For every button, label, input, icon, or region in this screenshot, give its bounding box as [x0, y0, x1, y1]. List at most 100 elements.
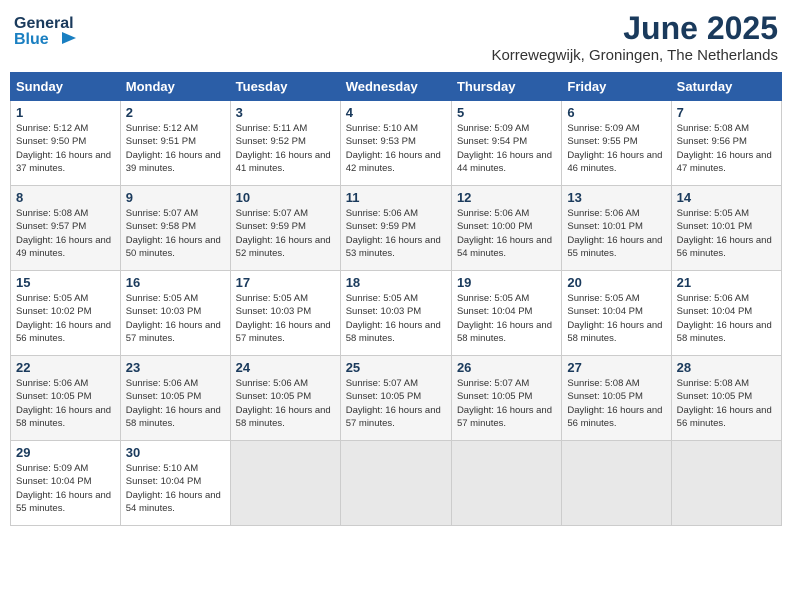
logo: General Blue	[14, 10, 84, 55]
calendar-cell: 29 Sunrise: 5:09 AMSunset: 10:04 PMDaylig…	[11, 441, 121, 526]
calendar-cell: 3Sunrise: 5:11 AMSunset: 9:52 PMDaylight…	[230, 101, 340, 186]
day-number: 1	[16, 105, 115, 120]
weekday-header-monday: Monday	[120, 73, 230, 101]
day-number: 17	[236, 275, 335, 290]
calendar-cell: 17 Sunrise: 5:05 AMSunset: 10:03 PMDaylig…	[230, 271, 340, 356]
calendar-cell: 11 Sunrise: 5:06 AMSunset: 9:59 PMDayligh…	[340, 186, 451, 271]
day-info: Sunrise: 5:09 AMSunset: 9:55 PMDaylight:…	[567, 122, 665, 175]
day-info: Sunrise: 5:06 AMSunset: 10:05 PMDaylight…	[16, 377, 115, 430]
calendar-cell: 4 Sunrise: 5:10 AMSunset: 9:53 PMDaylight…	[340, 101, 451, 186]
calendar-cell: 14 Sunrise: 5:05 AMSunset: 10:01 PMDaylig…	[671, 186, 781, 271]
calendar-cell: 12 Sunrise: 5:06 AMSunset: 10:00 PMDaylig…	[451, 186, 561, 271]
day-info: Sunrise: 5:08 AMSunset: 10:05 PMDaylight…	[677, 377, 776, 430]
title-block: June 2025 Korrewegwijk, Groningen, The N…	[491, 10, 778, 64]
page-header: General Blue June 2025 Korrewegwijk, Gro…	[10, 10, 782, 64]
calendar-cell: 26Sunrise: 5:07 AMSunset: 10:05 PMDaylig…	[451, 356, 561, 441]
calendar-header-row: SundayMondayTuesdayWednesdayThursdayFrid…	[11, 73, 782, 101]
calendar-cell	[451, 441, 561, 526]
calendar-cell: 7 Sunrise: 5:08 AMSunset: 9:56 PMDaylight…	[671, 101, 781, 186]
day-number: 11	[346, 190, 446, 205]
calendar-cell: 5 Sunrise: 5:09 AMSunset: 9:54 PMDaylight…	[451, 101, 561, 186]
day-info: Sunrise: 5:05 AMSunset: 10:01 PMDaylight…	[677, 207, 776, 260]
weekday-header-thursday: Thursday	[451, 73, 561, 101]
day-info: Sunrise: 5:09 AMSunset: 10:04 PMDaylight…	[16, 462, 115, 515]
day-number: 5	[457, 105, 556, 120]
calendar-cell: 16 Sunrise: 5:05 AMSunset: 10:03 PMDaylig…	[120, 271, 230, 356]
calendar-week-2: 8Sunrise: 5:08 AMSunset: 9:57 PMDaylight…	[11, 186, 782, 271]
day-info: Sunrise: 5:09 AMSunset: 9:54 PMDaylight:…	[457, 122, 556, 175]
calendar-cell	[230, 441, 340, 526]
day-number: 22	[16, 360, 115, 375]
day-number: 14	[677, 190, 776, 205]
day-number: 9	[126, 190, 225, 205]
day-number: 13	[567, 190, 665, 205]
day-info: Sunrise: 5:12 AMSunset: 9:51 PMDaylight:…	[126, 122, 225, 175]
weekday-header-sunday: Sunday	[11, 73, 121, 101]
location-text: Korrewegwijk, Groningen, The Netherlands	[491, 47, 778, 64]
day-info: Sunrise: 5:05 AMSunset: 10:04 PMDaylight…	[457, 292, 556, 345]
day-info: Sunrise: 5:06 AMSunset: 10:01 PMDaylight…	[567, 207, 665, 260]
day-info: Sunrise: 5:07 AMSunset: 9:58 PMDaylight:…	[126, 207, 225, 260]
day-info: Sunrise: 5:07 AMSunset: 9:59 PMDaylight:…	[236, 207, 335, 260]
calendar-week-3: 15 Sunrise: 5:05 AMSunset: 10:02 PMDaylig…	[11, 271, 782, 356]
svg-text:General: General	[14, 15, 74, 32]
weekday-header-friday: Friday	[562, 73, 671, 101]
day-number: 26	[457, 360, 556, 375]
calendar-cell: 19Sunrise: 5:05 AMSunset: 10:04 PMDaylig…	[451, 271, 561, 356]
calendar-week-4: 22 Sunrise: 5:06 AMSunset: 10:05 PMDaylig…	[11, 356, 782, 441]
calendar-week-1: 1 Sunrise: 5:12 AMSunset: 9:50 PMDaylight…	[11, 101, 782, 186]
day-info: Sunrise: 5:05 AMSunset: 10:03 PMDaylight…	[346, 292, 446, 345]
logo-svg: General Blue	[14, 10, 84, 50]
day-info: Sunrise: 5:12 AMSunset: 9:50 PMDaylight:…	[16, 122, 115, 175]
calendar-cell: 27 Sunrise: 5:08 AMSunset: 10:05 PMDaylig…	[562, 356, 671, 441]
day-number: 16	[126, 275, 225, 290]
calendar-cell: 22 Sunrise: 5:06 AMSunset: 10:05 PMDaylig…	[11, 356, 121, 441]
day-info: Sunrise: 5:08 AMSunset: 10:05 PMDaylight…	[567, 377, 665, 430]
logo-block: General Blue	[14, 10, 84, 55]
day-number: 21	[677, 275, 776, 290]
calendar-cell: 28 Sunrise: 5:08 AMSunset: 10:05 PMDaylig…	[671, 356, 781, 441]
calendar-cell	[340, 441, 451, 526]
day-number: 7	[677, 105, 776, 120]
day-info: Sunrise: 5:05 AMSunset: 10:03 PMDaylight…	[236, 292, 335, 345]
day-info: Sunrise: 5:11 AMSunset: 9:52 PMDaylight:…	[236, 122, 335, 175]
calendar-cell: 13 Sunrise: 5:06 AMSunset: 10:01 PMDaylig…	[562, 186, 671, 271]
day-number: 30	[126, 445, 225, 460]
calendar-cell: 8Sunrise: 5:08 AMSunset: 9:57 PMDaylight…	[11, 186, 121, 271]
day-number: 24	[236, 360, 335, 375]
day-info: Sunrise: 5:10 AMSunset: 9:53 PMDaylight:…	[346, 122, 446, 175]
day-number: 27	[567, 360, 665, 375]
day-info: Sunrise: 5:08 AMSunset: 9:56 PMDaylight:…	[677, 122, 776, 175]
calendar-cell	[562, 441, 671, 526]
calendar-cell: 9 Sunrise: 5:07 AMSunset: 9:58 PMDaylight…	[120, 186, 230, 271]
day-info: Sunrise: 5:07 AMSunset: 10:05 PMDaylight…	[346, 377, 446, 430]
calendar-cell: 18Sunrise: 5:05 AMSunset: 10:03 PMDaylig…	[340, 271, 451, 356]
day-number: 29	[16, 445, 115, 460]
day-number: 6	[567, 105, 665, 120]
day-info: Sunrise: 5:05 AMSunset: 10:04 PMDaylight…	[567, 292, 665, 345]
day-number: 12	[457, 190, 556, 205]
day-info: Sunrise: 5:08 AMSunset: 9:57 PMDaylight:…	[16, 207, 115, 260]
day-info: Sunrise: 5:06 AMSunset: 10:00 PMDaylight…	[457, 207, 556, 260]
day-number: 28	[677, 360, 776, 375]
calendar-cell: 15 Sunrise: 5:05 AMSunset: 10:02 PMDaylig…	[11, 271, 121, 356]
day-info: Sunrise: 5:10 AMSunset: 10:04 PMDaylight…	[126, 462, 225, 515]
day-number: 2	[126, 105, 225, 120]
calendar-cell	[671, 441, 781, 526]
weekday-header-wednesday: Wednesday	[340, 73, 451, 101]
month-title: June 2025	[491, 10, 778, 47]
calendar-table: SundayMondayTuesdayWednesdayThursdayFrid…	[10, 72, 782, 526]
calendar-cell: 6 Sunrise: 5:09 AMSunset: 9:55 PMDaylight…	[562, 101, 671, 186]
day-number: 15	[16, 275, 115, 290]
day-info: Sunrise: 5:06 AMSunset: 9:59 PMDaylight:…	[346, 207, 446, 260]
calendar-cell: 2 Sunrise: 5:12 AMSunset: 9:51 PMDaylight…	[120, 101, 230, 186]
calendar-cell: 24Sunrise: 5:06 AMSunset: 10:05 PMDaylig…	[230, 356, 340, 441]
day-info: Sunrise: 5:05 AMSunset: 10:02 PMDaylight…	[16, 292, 115, 345]
calendar-cell: 25 Sunrise: 5:07 AMSunset: 10:05 PMDaylig…	[340, 356, 451, 441]
weekday-header-saturday: Saturday	[671, 73, 781, 101]
day-info: Sunrise: 5:05 AMSunset: 10:03 PMDaylight…	[126, 292, 225, 345]
calendar-week-5: 29 Sunrise: 5:09 AMSunset: 10:04 PMDaylig…	[11, 441, 782, 526]
day-number: 4	[346, 105, 446, 120]
day-info: Sunrise: 5:06 AMSunset: 10:04 PMDaylight…	[677, 292, 776, 345]
day-number: 25	[346, 360, 446, 375]
